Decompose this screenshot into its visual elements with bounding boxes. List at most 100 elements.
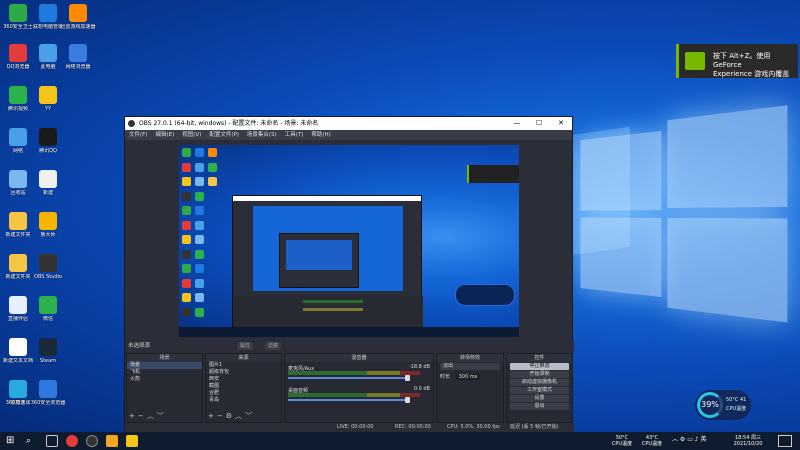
preview-desktop-icon (182, 220, 191, 230)
preview-taskbar (179, 327, 519, 337)
mixer-db: 0.0 dB (413, 386, 430, 392)
scene-item[interactable]: 飞机 (127, 369, 202, 376)
properties-button[interactable]: 属性 (237, 342, 254, 350)
app-icon (39, 212, 57, 230)
mixer-channel-desktop[interactable]: 桌面音频 0.0 dB (288, 386, 430, 406)
menu-item[interactable]: 配置文件(P) (209, 130, 239, 140)
preview-desktop-icon (195, 191, 204, 201)
desktop-icon[interactable]: 网络浏览器 (60, 44, 96, 70)
preview-desktop-icon (195, 249, 204, 259)
mixer-channel-mic[interactable]: 麦克风/Aux -18.8 dB (288, 364, 430, 384)
volume-slider[interactable] (288, 375, 410, 381)
clock[interactable]: 18:54 周三 2021/10/20 (728, 435, 768, 447)
toast-line-2: Experience 游戏内覆盖 (713, 70, 790, 78)
menu-item[interactable]: 场景集合(S) (247, 130, 277, 140)
source-toolbar: 未选择源 属性 滤镜 (125, 341, 574, 351)
close-icon[interactable]: ✕ (550, 117, 572, 130)
app-icon (69, 44, 87, 62)
control-item[interactable]: 启动虚拟摄像机 (510, 379, 569, 386)
nvidia-icon (685, 52, 705, 70)
taskbar-temp2: 43°C CPU温度 (641, 435, 663, 447)
app-icon (9, 170, 27, 188)
scenes-footer-buttons[interactable]: +−︿﹀ (129, 411, 167, 421)
desktop-icon-label: 鲁大师 (40, 232, 56, 238)
app-icon (9, 4, 27, 22)
filters-button[interactable]: 滤镜 (265, 342, 282, 350)
control-item[interactable]: 退出 (510, 403, 569, 410)
preview-desktop-icon (195, 206, 204, 215)
desktop-icon-label: 网络浏览器 (65, 64, 91, 70)
obs-taskbar-icon[interactable] (86, 435, 98, 447)
obs-titlebar[interactable]: OBS 27.0.1 (64-bit, windows) - 配置文件: 未命名… (125, 117, 572, 130)
desktop-icon[interactable]: 腾讯QQ (30, 128, 66, 154)
control-item[interactable]: 设置 (510, 395, 569, 402)
preview-desktop-icon (195, 293, 204, 302)
control-item[interactable]: 工作室模式 (510, 387, 569, 394)
obs-title: OBS 27.0.1 (64-bit, windows) - 配置文件: 未命名… (139, 120, 319, 127)
desktop-icon[interactable]: 微信 (30, 296, 66, 322)
menu-item[interactable]: 文件(F) (129, 130, 147, 140)
cpu-gauge-widget[interactable]: 39% 50°C 41 CPU温度 (695, 390, 751, 420)
source-item[interactable]: 截图 (206, 383, 281, 390)
source-item[interactable]: 超级背包 (206, 369, 281, 376)
obs-statusbar: LIVE: 00:00:00 REC: 00:00:00 CPU: 5.0%, … (125, 423, 574, 432)
gauge-label: CPU温度 (726, 406, 747, 412)
preview-desktop-icon (195, 264, 204, 273)
desktop-icon-label: 微信 (42, 316, 53, 322)
desktop-icon[interactable]: 鲁大师 (30, 212, 66, 238)
menu-item[interactable]: 帮助(H) (311, 130, 330, 140)
start-icon[interactable]: ⊞ (6, 435, 18, 447)
tray-icons[interactable]: ︿ ⚙ ▭ ♪ 英 (672, 437, 707, 443)
app-icon (39, 338, 57, 356)
sources-footer-buttons[interactable]: +−⚙︿﹀ (208, 411, 255, 421)
desktop-icon[interactable]: 迅雷游戏加速器 (60, 4, 96, 30)
nvidia-overlay-toast[interactable]: 按下 Alt+Z。使用 GeForce Experience 游戏内覆盖 (676, 44, 798, 78)
maximize-icon[interactable]: ☐ (528, 117, 550, 130)
desktop-icon-label: 迅雷游戏加速器 (60, 24, 96, 30)
volume-slider[interactable] (288, 397, 410, 403)
transitions-title: 转场特效 (437, 354, 503, 362)
scene-item[interactable]: 场景 (127, 362, 202, 369)
transitions-dock: 转场特效 淡出 时长 300 ms (436, 353, 504, 423)
obs-menubar: 文件(F) 编辑(E) 视图(V) 配置文件(P) 场景集合(S) 工具(T) 帮助(H) (125, 130, 572, 140)
preview-desktop-icon (182, 191, 191, 201)
minimize-icon[interactable]: — (506, 117, 528, 130)
browser-taskbar-icon[interactable] (66, 435, 78, 447)
menu-item[interactable]: 编辑(E) (155, 130, 174, 140)
app2-taskbar-icon[interactable] (126, 435, 138, 447)
scene-item[interactable]: 火箭 (127, 376, 202, 383)
source-item[interactable]: 合肥 (206, 390, 281, 397)
controls-dock: 控件 停止推流 开始录制 启动虚拟摄像机 工作室模式 设置 退出 (506, 353, 573, 423)
desktop-icon[interactable]: Steam (30, 338, 66, 364)
gauge-percent: 39% (697, 392, 723, 418)
control-item[interactable]: 停止推流 (510, 363, 569, 370)
preview-desktop-icon (182, 148, 191, 157)
transition-select[interactable]: 淡出 (440, 363, 500, 370)
duration-input[interactable]: 300 ms (455, 374, 481, 380)
preview-desktop-icon (182, 235, 191, 244)
menu-item[interactable]: 视图(V) (182, 130, 201, 140)
obs-preview[interactable] (179, 145, 519, 337)
source-item[interactable]: 图片1 (206, 362, 281, 369)
desktop-icon-label: 腾讯QQ (39, 148, 57, 154)
preview-desktop-icon (195, 307, 204, 317)
app-taskbar-icon[interactable] (106, 435, 118, 447)
obs-window[interactable]: OBS 27.0.1 (64-bit, windows) - 配置文件: 未命名… (124, 116, 574, 432)
menu-item[interactable]: 工具(T) (285, 130, 304, 140)
scenes-title: 场景 (127, 354, 202, 362)
desktop-icon[interactable]: 新建 (30, 170, 66, 196)
control-item[interactable]: 开始录制 (510, 371, 569, 378)
desktop-icon[interactable]: 360安全浏览器 (30, 380, 66, 406)
desktop-icon[interactable]: YY (30, 86, 66, 112)
task-view-icon[interactable] (46, 435, 58, 447)
app-icon (69, 4, 87, 22)
preview-desktop-icon (208, 148, 217, 157)
preview-desktop-icon (208, 177, 217, 186)
search-icon[interactable]: ⌕ (26, 435, 38, 447)
desktop-icon-label: OBS Studio (34, 274, 62, 280)
notification-icon[interactable] (778, 435, 792, 447)
app-icon (9, 380, 27, 398)
desktop-icon[interactable]: OBS Studio (30, 254, 66, 280)
source-item[interactable]: 青岛 (206, 397, 281, 404)
source-item[interactable]: 西安 (206, 376, 281, 383)
